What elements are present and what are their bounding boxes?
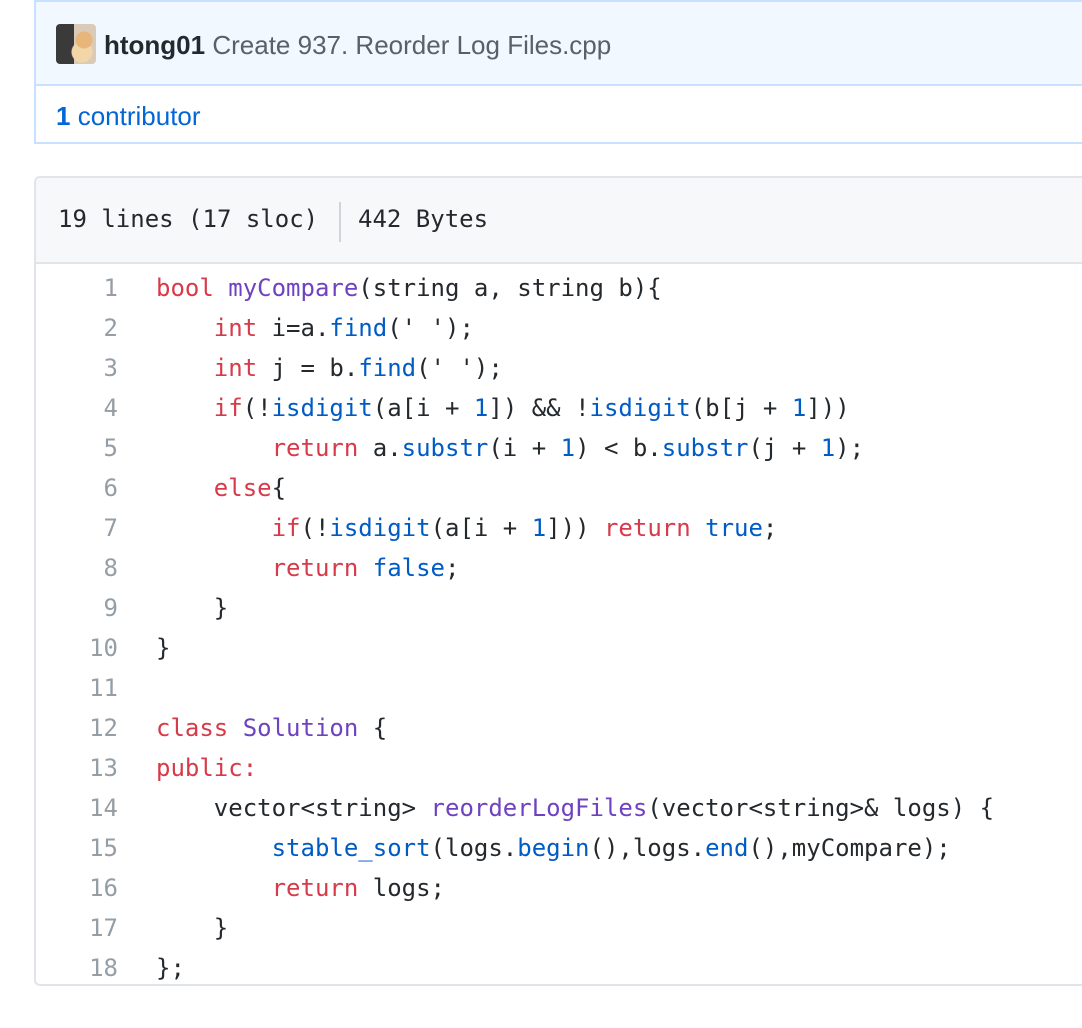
line-number[interactable]: 15 xyxy=(36,828,118,868)
line-number[interactable]: 11 xyxy=(36,668,118,708)
code-text: if(!isdigit(a[i + 1]) && !isdigit(b[j + … xyxy=(213,394,850,422)
line-number[interactable]: 7 xyxy=(36,508,118,548)
code-text: } xyxy=(156,914,229,942)
line-number[interactable]: 6 xyxy=(36,468,118,508)
code-text: } xyxy=(156,634,171,662)
commit-author-link[interactable]: htong01 xyxy=(104,30,205,60)
code-text: vector<string> reorderLogFiles(vector<st… xyxy=(156,794,995,822)
code-text: class Solution { xyxy=(156,714,388,742)
commit-box: htong01 Create 937. Reorder Log Files.cp… xyxy=(34,0,1082,144)
file-info-header: 19 lines (17 sloc) 442 Bytes xyxy=(36,178,1082,264)
line-number[interactable]: 8 xyxy=(36,548,118,588)
code-text: int j = b.find(' '); xyxy=(213,354,503,382)
line-number[interactable]: 1 xyxy=(36,268,118,308)
code-text: int i=a.find(' '); xyxy=(213,314,474,342)
code-text: bool myCompare(string a, string b){ xyxy=(156,274,662,302)
line-number[interactable]: 2 xyxy=(36,308,118,348)
avatar[interactable] xyxy=(56,24,96,64)
code-text: public: xyxy=(156,754,258,782)
line-number[interactable]: 5 xyxy=(36,428,118,468)
code-view: 1 bool myCompare(string a, string b){ 2 in… xyxy=(36,264,1082,984)
contributors-link[interactable]: 1 contributor xyxy=(56,100,201,132)
code-text: return false; xyxy=(271,554,460,582)
code-text: }; xyxy=(156,954,185,982)
latest-commit-bar: htong01 Create 937. Reorder Log Files.cp… xyxy=(36,2,1082,86)
commit-text: htong01 Create 937. Reorder Log Files.cp… xyxy=(104,29,611,61)
code-text: return logs; xyxy=(271,874,445,902)
code-text: if(!isdigit(a[i + 1])) return true; xyxy=(271,514,778,542)
line-number[interactable]: 12 xyxy=(36,708,118,748)
file-size: 442 Bytes xyxy=(358,205,489,233)
contributor-label: contributor xyxy=(77,101,201,131)
contributor-count: 1 xyxy=(56,101,71,131)
line-number[interactable]: 16 xyxy=(36,868,118,908)
line-number[interactable]: 17 xyxy=(36,908,118,948)
file-line-count: 19 lines (17 sloc) xyxy=(58,205,319,233)
code-text: stable_sort(logs.begin(),logs.end(),myCo… xyxy=(271,834,951,862)
file-box: 19 lines (17 sloc) 442 Bytes 1 bool myCom… xyxy=(34,176,1082,986)
commit-message-link[interactable]: Create 937. Reorder Log Files.cpp xyxy=(212,30,611,60)
code-text: } xyxy=(156,594,229,622)
line-number[interactable]: 9 xyxy=(36,588,118,628)
code-text: else{ xyxy=(213,474,287,502)
line-number[interactable]: 10 xyxy=(36,628,118,668)
code-text: return a.substr(i + 1) < b.substr(j + 1)… xyxy=(271,434,865,462)
line-number[interactable]: 14 xyxy=(36,788,118,828)
line-number[interactable]: 18 xyxy=(36,948,118,984)
line-number[interactable]: 3 xyxy=(36,348,118,388)
line-number[interactable]: 4 xyxy=(36,388,118,428)
line-number[interactable]: 13 xyxy=(36,748,118,788)
file-info-divider xyxy=(339,202,341,242)
